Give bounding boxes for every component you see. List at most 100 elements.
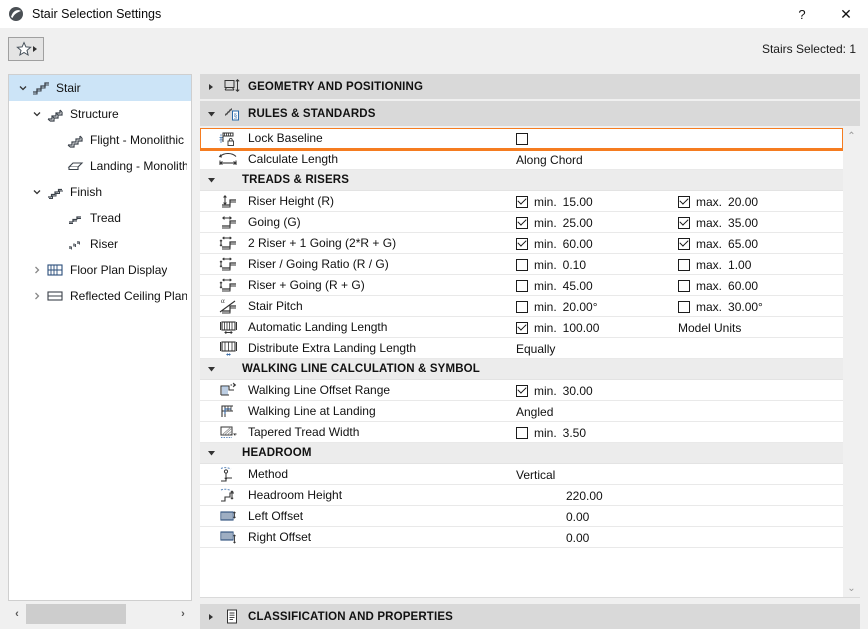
min-checkbox[interactable] [516, 196, 528, 208]
min-checkbox[interactable] [516, 385, 528, 397]
window-buttons: ? ✕ [780, 0, 868, 28]
row-stair-pitch[interactable]: αStair Pitchmin.20.00°max.30.00° [200, 296, 843, 317]
sidebar-item-tread[interactable]: Tread [9, 205, 191, 231]
toolbar: Stairs Selected: 1 [0, 28, 868, 70]
max-group: max.65.00 [678, 237, 776, 251]
max-checkbox[interactable] [678, 196, 690, 208]
group-header-treads-and-risers[interactable]: TREADS & RISERS [200, 170, 843, 191]
max-checkbox[interactable] [678, 217, 690, 229]
max-checkbox[interactable] [678, 238, 690, 250]
chevron-right-icon[interactable] [200, 613, 222, 621]
scroll-right-arrow[interactable]: › [174, 604, 192, 624]
help-button[interactable]: ? [780, 0, 824, 28]
sidebar-item-landing-monolithic[interactable]: Landing - Monolithic [9, 153, 191, 179]
panel-header-rules[interactable]: § RULES & STANDARDS [200, 101, 860, 126]
value-text[interactable]: Vertical [516, 464, 555, 485]
row-label: Headroom Height [248, 488, 342, 502]
favorites-button[interactable] [8, 37, 44, 61]
row-riser-height[interactable]: Riser Height (R)min.15.00max.20.00 [200, 191, 843, 212]
max-group: max.20.00 [678, 195, 776, 209]
chevron-down-icon[interactable] [200, 365, 222, 373]
chevron-down-icon[interactable] [200, 176, 222, 184]
min-label: min. [534, 279, 557, 293]
row-headroom-method[interactable]: MethodVertical [200, 464, 843, 485]
row-walking-line-at-landing[interactable]: Walking Line at LandingAngled [200, 401, 843, 422]
row-right-offset[interactable]: Right Offset 0.00 [200, 527, 843, 548]
sidebar-horizontal-scrollbar[interactable]: ‹ › [8, 603, 192, 625]
row-automatic-landing-length[interactable]: Automatic Landing Lengthmin.100.00Model … [200, 317, 843, 338]
panel-title-geometry: GEOMETRY AND POSITIONING [248, 81, 423, 93]
row-label: Right Offset [248, 530, 311, 544]
group-header-headroom[interactable]: HEADROOM [200, 443, 843, 464]
max-value: 65.00 [728, 237, 776, 251]
sidebar-item-structure[interactable]: Structure [9, 101, 191, 127]
row-going[interactable]: Going (G)min.25.00max.35.00 [200, 212, 843, 233]
chevron-right-icon[interactable] [29, 265, 45, 275]
content-vertical-scrollbar[interactable]: ⌃ ⌄ [843, 128, 860, 597]
chevron-down-icon[interactable] [200, 110, 222, 118]
min-cell: min.20.00° [516, 296, 611, 317]
min-checkbox[interactable] [516, 301, 528, 313]
lock-baseline-checkbox[interactable] [516, 133, 528, 145]
min-checkbox[interactable] [516, 322, 528, 334]
max-checkbox[interactable] [678, 259, 690, 271]
sidebar-item-stair[interactable]: Stair [9, 75, 191, 101]
chevron-right-icon[interactable] [200, 83, 222, 91]
panel-header-classification[interactable]: CLASSIFICATION AND PROPERTIES [200, 604, 860, 629]
min-checkbox[interactable] [516, 217, 528, 229]
panel-header-geometry[interactable]: GEOMETRY AND POSITIONING [200, 74, 860, 99]
scroll-down-chevron[interactable]: ⌄ [847, 583, 855, 594]
chevron-down-icon[interactable] [29, 109, 45, 119]
min-checkbox[interactable] [516, 427, 528, 439]
sidebar: StairStructureFlight - MonolithicLanding… [0, 70, 196, 629]
value-text[interactable]: 220.00 [566, 485, 603, 506]
max-checkbox[interactable] [678, 301, 690, 313]
row-headroom-height[interactable]: Headroom Height 220.00 [200, 485, 843, 506]
min-checkbox[interactable] [516, 280, 528, 292]
row-two-riser-plus-one-going[interactable]: 2 Riser + 1 Going (2*R + G)min.60.00max.… [200, 233, 843, 254]
row-calculate-length[interactable]: Calculate LengthAlong Chord [200, 149, 843, 170]
value-text[interactable]: Equally [516, 338, 555, 359]
min-group: min.3.50 [516, 426, 611, 440]
stair-icon [31, 79, 51, 97]
row-left-offset[interactable]: Left Offset0.00 [200, 506, 843, 527]
min-label: min. [534, 384, 557, 398]
min-group: min.100.00 [516, 321, 611, 335]
row-tapered-tread-width[interactable]: Tapered Tread Widthmin.3.50 [200, 422, 843, 443]
sidebar-item-floor-plan-display[interactable]: Floor Plan Display [9, 257, 191, 283]
chevron-down-icon[interactable] [200, 449, 222, 457]
row-lock-baseline[interactable]: Lock Baseline [200, 128, 843, 149]
scroll-left-arrow[interactable]: ‹ [8, 604, 26, 624]
scroll-up-chevron[interactable]: ⌃ [847, 131, 855, 142]
group-title: WALKING LINE CALCULATION & SYMBOL [242, 363, 480, 375]
sidebar-item-label: Reflected Ceiling Plan Di [70, 289, 187, 303]
min-group: min.60.00 [516, 237, 611, 251]
min-label: min. [534, 426, 557, 440]
chevron-down-icon[interactable] [15, 83, 31, 93]
max-checkbox[interactable] [678, 280, 690, 292]
sidebar-item-flight-monolithic[interactable]: Flight - Monolithic [9, 127, 191, 153]
value-text[interactable]: 0.00 [566, 527, 589, 548]
value-text[interactable]: Angled [516, 401, 553, 422]
close-button[interactable]: ✕ [824, 0, 868, 28]
row-walking-line-offset-range[interactable]: Walking Line Offset Rangemin.30.00 [200, 380, 843, 401]
row-distribute-extra-landing-length[interactable]: Distribute Extra Landing LengthEqually [200, 338, 843, 359]
scroll-thumb[interactable] [26, 604, 126, 624]
row-riser-plus-going[interactable]: Riser + Going (R + G)min.45.00max.60.00 [200, 275, 843, 296]
row-riser-going-ratio[interactable]: Riser / Going Ratio (R / G)min.0.10max.1… [200, 254, 843, 275]
group-header-walking-line-calculation-and-symbol[interactable]: WALKING LINE CALCULATION & SYMBOL [200, 359, 843, 380]
min-checkbox[interactable] [516, 238, 528, 250]
riser-icon [65, 235, 85, 253]
min-checkbox[interactable] [516, 259, 528, 271]
max-value: 1.00 [728, 258, 776, 272]
value-text[interactable]: 0.00 [566, 506, 589, 527]
value-text[interactable]: Along Chord [516, 149, 583, 170]
sidebar-item-reflected-ceiling-plan-di[interactable]: Reflected Ceiling Plan Di [9, 283, 191, 309]
chevron-down-icon[interactable] [29, 187, 45, 197]
min-group: min.25.00 [516, 216, 611, 230]
sidebar-item-riser[interactable]: Riser [9, 231, 191, 257]
sidebar-item-finish[interactable]: Finish [9, 179, 191, 205]
scroll-track[interactable] [26, 604, 174, 624]
settings-tree[interactable]: StairStructureFlight - MonolithicLanding… [8, 74, 192, 601]
chevron-right-icon[interactable] [29, 291, 45, 301]
